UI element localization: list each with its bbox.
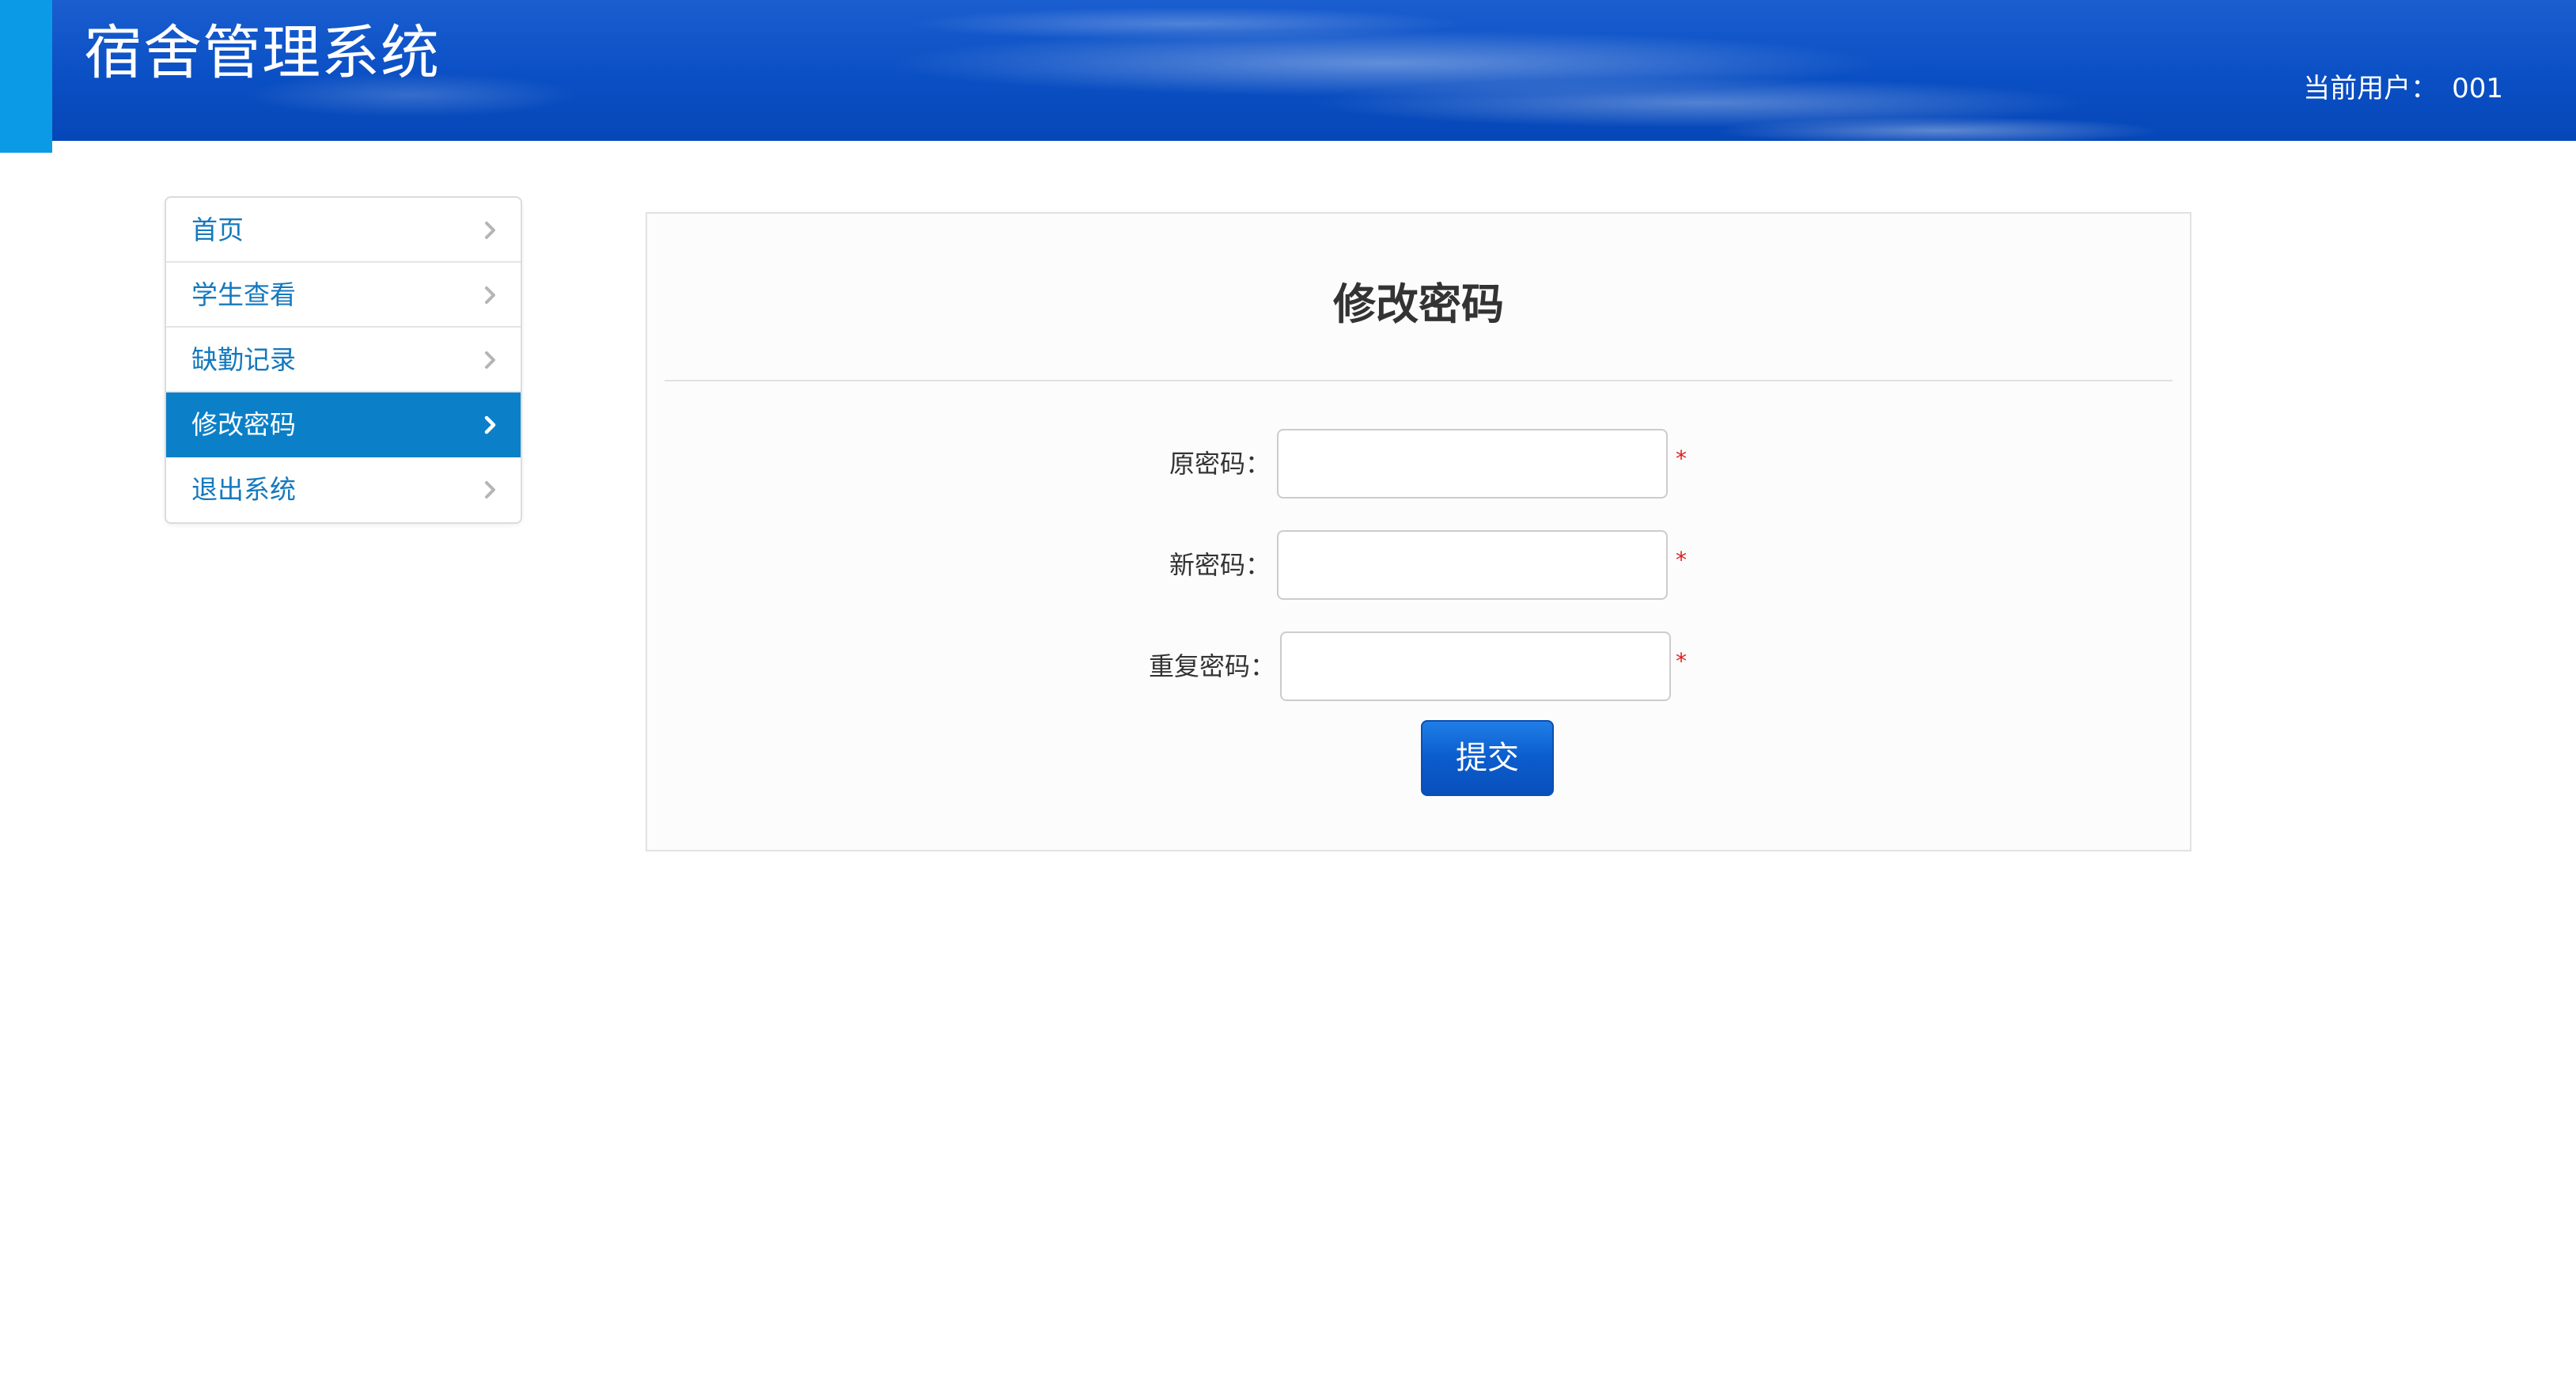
required-mark: *: [1676, 648, 1687, 674]
title-divider: [665, 380, 2173, 381]
sidebar-item-absence-records[interactable]: 缺勤记录: [166, 328, 521, 392]
sidebar-item-label: 首页: [191, 214, 244, 245]
chevron-right-icon: [485, 351, 495, 369]
repeat-password-input[interactable]: [1280, 631, 1671, 701]
new-password-row: 新密码： *: [647, 530, 2193, 600]
sidebar-item-logout[interactable]: 退出系统: [166, 457, 521, 522]
chevron-right-icon: [485, 222, 495, 239]
header-banner: 宿舍管理系统 当前用户： 001: [0, 0, 2576, 141]
old-password-row: 原密码： *: [647, 429, 2193, 499]
page-title: 修改密码: [1333, 279, 1504, 329]
sidebar-item-student-view[interactable]: 学生查看: [166, 263, 521, 328]
change-password-panel: 修改密码 原密码： * 新密码： * 重复密码： * 提交: [646, 212, 2191, 851]
repeat-password-label: 重复密码：: [1148, 651, 1275, 681]
chevron-right-icon: [485, 286, 495, 304]
sidebar-item-label: 学生查看: [191, 279, 296, 310]
old-password-input[interactable]: [1277, 429, 1668, 499]
sidebar-item-label: 退出系统: [191, 474, 296, 505]
sidebar-item-change-password[interactable]: 修改密码: [166, 392, 521, 457]
required-mark: *: [1676, 547, 1687, 573]
repeat-password-row: 重复密码： *: [647, 631, 2193, 701]
new-password-input[interactable]: [1277, 530, 1668, 600]
new-password-label: 新密码：: [1169, 550, 1271, 580]
required-mark: *: [1676, 446, 1687, 472]
app-title: 宿舍管理系统: [84, 19, 440, 87]
current-user: 当前用户： 001: [2303, 70, 2503, 108]
chevron-right-icon: [484, 415, 496, 434]
header-accent-bar: [0, 0, 52, 153]
sidebar-item-label: 缺勤记录: [191, 344, 296, 375]
submit-button[interactable]: 提交: [1421, 720, 1554, 796]
current-user-label: 当前用户：: [2303, 73, 2438, 104]
sidebar-item-home[interactable]: 首页: [166, 198, 521, 263]
chevron-right-icon: [485, 481, 495, 499]
sidebar-nav: 首页 学生查看 缺勤记录 修改密码 退出系统: [165, 196, 522, 524]
current-user-value: 001: [2452, 73, 2503, 104]
sidebar-item-label: 修改密码: [191, 409, 296, 440]
old-password-label: 原密码：: [1169, 449, 1271, 479]
